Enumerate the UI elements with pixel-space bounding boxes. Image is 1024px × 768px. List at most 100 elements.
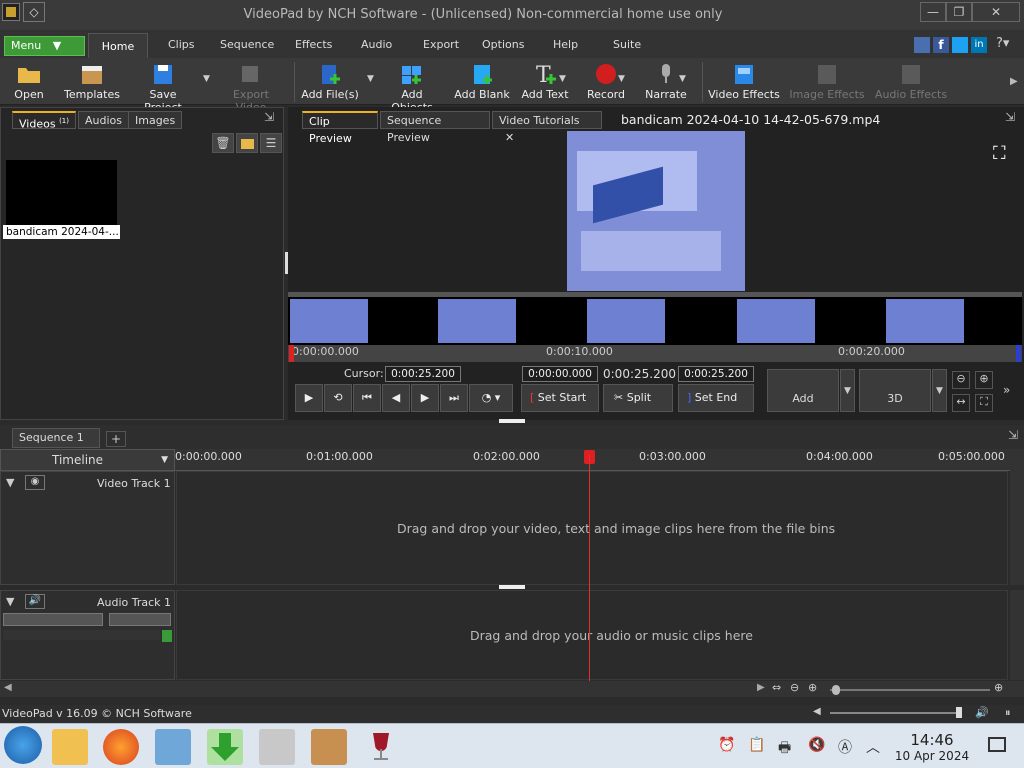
zoom-out-icon[interactable]: ⊖ bbox=[790, 681, 799, 694]
templates-button[interactable]: Templates bbox=[64, 62, 120, 104]
tab-videos[interactable]: Videos (1) bbox=[12, 111, 76, 131]
tab-options[interactable]: Options bbox=[482, 38, 524, 51]
linkedin-icon[interactable]: in bbox=[971, 37, 987, 53]
timeline-dropdown[interactable]: Timeline ▼ bbox=[0, 449, 175, 471]
fit-timeline-icon[interactable]: ⇔ bbox=[772, 681, 781, 694]
collapse-arrow-icon[interactable]: ▼ bbox=[6, 476, 14, 489]
cursor-time-field[interactable]: 0:00:25.200 bbox=[385, 366, 461, 382]
more-controls-icon[interactable]: » bbox=[1003, 383, 1010, 397]
firefox-icon[interactable] bbox=[103, 729, 139, 765]
collapse-arrow-icon[interactable]: ▼ bbox=[6, 595, 14, 608]
audio-effects-button[interactable]: Audio Effects bbox=[874, 62, 948, 104]
twitter-icon[interactable] bbox=[952, 37, 968, 53]
tab-sequence[interactable]: Sequence bbox=[220, 38, 274, 51]
tab-export[interactable]: Export bbox=[423, 38, 459, 51]
speaker-icon[interactable]: ◀ bbox=[813, 706, 821, 717]
undock-icon[interactable]: ⇲ bbox=[1005, 110, 1015, 124]
zoom-in-icon[interactable]: ⊕ bbox=[975, 371, 993, 389]
show-desktop-icon[interactable] bbox=[988, 737, 1006, 752]
volume-slider-thumb[interactable] bbox=[956, 707, 962, 718]
three-d-dropdown-arrow[interactable]: ▼ bbox=[932, 369, 947, 412]
eye-icon[interactable]: ◉ bbox=[25, 475, 45, 490]
undock-icon[interactable]: ⇲ bbox=[1008, 428, 1018, 442]
mute-icon[interactable]: 🔇 bbox=[808, 737, 825, 753]
master-volume-slider[interactable] bbox=[830, 712, 960, 714]
speaker-icon[interactable]: 🔊 bbox=[25, 594, 45, 609]
playback-speed-button[interactable]: ◔ ▾ bbox=[469, 384, 513, 412]
archive-box-icon[interactable] bbox=[311, 729, 347, 765]
previous-frame-button[interactable]: ◀ bbox=[382, 384, 410, 412]
minimize-button[interactable]: — bbox=[920, 2, 946, 22]
track-splitter[interactable] bbox=[499, 585, 525, 589]
audio-vscroll[interactable] bbox=[1010, 590, 1024, 680]
clip-ruler[interactable]: 0:00:00.000 0:00:10.000 0:00:20.000 bbox=[288, 345, 1022, 362]
control-panel-icon[interactable] bbox=[155, 729, 191, 765]
new-bin-icon[interactable] bbox=[236, 133, 258, 153]
list-view-icon[interactable]: ☰ bbox=[260, 133, 282, 153]
go-to-start-button[interactable]: ⏮ bbox=[353, 384, 381, 412]
panel-splitter[interactable] bbox=[499, 419, 525, 423]
go-to-end-button[interactable]: ⏭ bbox=[440, 384, 468, 412]
tab-clips[interactable]: Clips bbox=[168, 38, 195, 51]
pause-icon[interactable]: ⏸ bbox=[1005, 706, 1011, 720]
system-clock[interactable]: 14:46 10 Apr 2024 bbox=[890, 731, 974, 763]
add-files-button[interactable]: Add File(s) bbox=[300, 62, 360, 104]
close-button[interactable]: ✕ bbox=[972, 2, 1020, 22]
next-frame-button[interactable]: ▶ bbox=[411, 384, 439, 412]
start-time-field[interactable]: 0:00:00.000 bbox=[522, 366, 598, 382]
clip-thumbnail[interactable] bbox=[6, 160, 117, 225]
printer-icon[interactable]: 🖶 bbox=[778, 737, 791, 761]
download-arrow-icon[interactable] bbox=[207, 729, 243, 765]
split-button[interactable]: ✂ Split bbox=[603, 384, 673, 412]
end-marker[interactable] bbox=[1016, 345, 1021, 362]
tab-clip-preview[interactable]: Clip Preview bbox=[302, 111, 378, 145]
maximize-button[interactable]: ❐ bbox=[946, 2, 972, 22]
narrate-dropdown-arrow[interactable]: ▼ bbox=[679, 74, 686, 84]
save-project-button[interactable]: Save Project bbox=[130, 62, 196, 114]
menu-button[interactable]: Menu ▼ bbox=[4, 36, 85, 56]
tab-audio[interactable]: Audio bbox=[361, 38, 392, 51]
add-objects-button[interactable]: Add Objects bbox=[380, 62, 444, 114]
add-to-sequence-button[interactable]: Add bbox=[767, 369, 839, 412]
speaker-icon[interactable]: 🔊 bbox=[975, 706, 989, 719]
wine-glass-icon[interactable] bbox=[363, 729, 399, 765]
play-button[interactable]: ▶ bbox=[295, 384, 323, 412]
tab-audios[interactable]: Audios bbox=[78, 111, 129, 129]
save-dropdown-arrow[interactable]: ▼ bbox=[203, 74, 210, 84]
undock-icon[interactable]: ⇲ bbox=[264, 110, 280, 126]
start-button[interactable] bbox=[4, 726, 42, 764]
fit-icon[interactable]: ⛶ bbox=[975, 394, 993, 412]
timeline-vscroll[interactable] bbox=[1010, 449, 1024, 585]
thumbs-up-icon[interactable] bbox=[914, 37, 930, 53]
zoom-in-icon[interactable]: ⊕ bbox=[994, 681, 1003, 694]
three-d-button[interactable]: 3D bbox=[859, 369, 931, 412]
clipboard-icon[interactable]: 📋 bbox=[748, 737, 765, 753]
videopad-app-icon[interactable] bbox=[259, 729, 295, 765]
export-video-button[interactable]: Export Video bbox=[216, 62, 286, 114]
font-a-icon[interactable]: Ⓐ bbox=[838, 737, 852, 757]
tab-video-tutorials[interactable]: Video Tutorials ✕ bbox=[492, 111, 602, 144]
timeline-zoom-slider[interactable] bbox=[830, 689, 990, 691]
clip-name-label[interactable]: bandicam 2024-04-... bbox=[3, 225, 120, 239]
image-effects-button[interactable]: Image Effects bbox=[788, 62, 866, 104]
facebook-icon[interactable]: f bbox=[933, 37, 949, 53]
fit-width-icon[interactable]: ↔ bbox=[952, 394, 970, 412]
add-dropdown-arrow[interactable]: ▼ bbox=[840, 369, 855, 412]
zoom-in-icon[interactable]: ⊕ bbox=[808, 681, 817, 694]
add-sequence-button[interactable]: + bbox=[106, 431, 126, 447]
end-time-field[interactable]: 0:00:25.200 bbox=[678, 366, 754, 382]
set-start-button[interactable]: [ Set Start bbox=[521, 384, 599, 412]
add-blank-button[interactable]: Add Blank bbox=[454, 62, 510, 104]
trash-icon[interactable]: 🗑 bbox=[212, 133, 234, 153]
zoom-out-icon[interactable]: ⊖ bbox=[952, 371, 970, 389]
add-text-dropdown-arrow[interactable]: ▼ bbox=[559, 74, 566, 84]
notification-bell-icon[interactable]: ⏰ bbox=[718, 737, 735, 753]
scroll-right-arrow[interactable]: ▶ bbox=[757, 682, 765, 693]
tab-help[interactable]: Help bbox=[553, 38, 578, 51]
chevron-up-icon[interactable]: ︿ bbox=[866, 737, 880, 757]
tab-images[interactable]: Images bbox=[128, 111, 183, 129]
toolbar-scroll-right[interactable]: ▶ bbox=[1010, 76, 1018, 87]
video-effects-button[interactable]: Video Effects bbox=[708, 62, 780, 104]
loop-button[interactable]: ⟲ bbox=[324, 384, 352, 412]
add-files-dropdown-arrow[interactable]: ▼ bbox=[367, 74, 374, 84]
